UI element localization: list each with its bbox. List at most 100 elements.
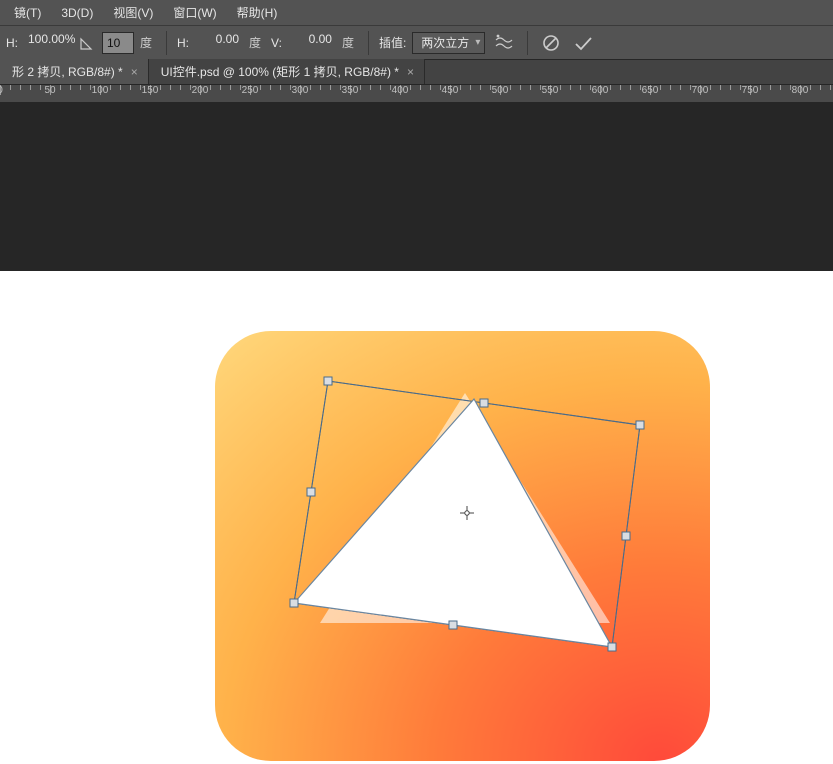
ruler-tick-label: 150 <box>142 85 159 96</box>
ruler-tick <box>430 85 431 90</box>
ruler-tick <box>730 85 731 90</box>
ruler-tick <box>180 85 181 90</box>
rotate-icon <box>78 34 96 52</box>
close-icon[interactable]: × <box>131 65 138 79</box>
ruler-tick <box>280 85 281 90</box>
ruler-tick <box>520 85 521 90</box>
ruler-tick <box>760 85 761 90</box>
interp-value: 两次立方 <box>421 34 469 51</box>
ruler-tick-label: 750 <box>742 85 759 96</box>
ruler-tick <box>610 85 611 90</box>
ruler-tick-label: 600 <box>592 85 609 96</box>
ruler-tick <box>460 85 461 90</box>
ruler-tick <box>370 85 371 90</box>
ruler-tick-label: 550 <box>542 85 559 96</box>
skew-v-unit: 度 <box>342 34 358 51</box>
separator <box>527 31 528 55</box>
ruler-tick-label: 650 <box>642 85 659 96</box>
ruler-tick <box>60 85 61 90</box>
ruler-tick <box>830 85 831 90</box>
ruler-tick <box>630 85 631 90</box>
skew-v-value[interactable]: 0.00 <box>288 32 336 54</box>
ruler-tick <box>320 85 321 90</box>
ruler-tick <box>120 85 121 90</box>
document-tab[interactable]: UI控件.psd @ 100% (矩形 1 拷贝, RGB/8#) * × <box>149 59 425 84</box>
ruler-tick <box>220 85 221 90</box>
ruler-tick-label: 50 <box>44 85 55 96</box>
interp-dropdown[interactable]: 两次立方 ▾ <box>412 32 485 54</box>
rotate-unit: 度 <box>140 34 156 51</box>
ruler-tick <box>470 85 471 90</box>
ruler-tick <box>820 85 821 90</box>
ruler-tick <box>110 85 111 90</box>
ruler-tick <box>310 85 311 90</box>
h-scale-label: H: <box>6 36 18 50</box>
menubar: 镜(T) 3D(D) 视图(V) 窗口(W) 帮助(H) <box>0 0 833 26</box>
ruler-tick-label: 800 <box>792 85 809 96</box>
ruler-tick <box>170 85 171 90</box>
ruler-tick-label: 200 <box>192 85 209 96</box>
ruler-tick <box>10 85 11 90</box>
canvas-stage <box>0 103 833 764</box>
menu-item-filter[interactable]: 镜(T) <box>4 0 51 26</box>
commit-transform-icon[interactable] <box>570 30 596 56</box>
ruler-tick <box>680 85 681 90</box>
ruler-tick-label: 500 <box>492 85 509 96</box>
horizontal-ruler[interactable]: 0 50 100 150 200 250 300 350 400 450 500 550 600 650 7… <box>0 85 833 103</box>
close-icon[interactable]: × <box>407 65 414 79</box>
separator <box>368 31 369 55</box>
ruler-tick <box>260 85 261 90</box>
cancel-transform-icon[interactable] <box>538 30 564 56</box>
ruler-tick-label: 250 <box>242 85 259 96</box>
ruler-tick <box>570 85 571 90</box>
document-tab-label: UI控件.psd @ 100% (矩形 1 拷贝, RGB/8#) * <box>161 63 399 80</box>
ruler-tick <box>230 85 231 90</box>
ruler-tick <box>330 85 331 90</box>
ruler-tick <box>580 85 581 90</box>
options-bar: H: 100.00% 度 H: 0.00 度 V: 0.00 度 插值: 两次立… <box>0 26 833 60</box>
ruler-tick <box>130 85 131 90</box>
ruler-tick <box>80 85 81 90</box>
ruler-tick <box>420 85 421 90</box>
document-tab-strip: 形 2 拷贝, RGB/8#) * × UI控件.psd @ 100% (矩形 … <box>0 60 833 85</box>
ruler-tick <box>810 85 811 90</box>
ruler-tick <box>530 85 531 90</box>
rotate-angle-input[interactable] <box>102 32 134 54</box>
ruler-tick-label: 700 <box>692 85 709 96</box>
skew-h-value[interactable]: 0.00 <box>195 32 243 54</box>
skew-h-unit: 度 <box>249 34 265 51</box>
ruler-tick <box>20 85 21 90</box>
ruler-tick <box>40 85 41 90</box>
ruler-tick <box>620 85 621 90</box>
menu-item-view[interactable]: 视图(V) <box>103 0 163 26</box>
ruler-tick <box>210 85 211 90</box>
ruler-tick <box>560 85 561 90</box>
separator <box>166 31 167 55</box>
interp-label: 插值: <box>379 34 406 51</box>
artwork-triangle-back <box>320 393 610 623</box>
menu-item-window[interactable]: 窗口(W) <box>163 0 226 26</box>
ruler-tick-label: 400 <box>392 85 409 96</box>
ruler-tick <box>780 85 781 90</box>
document-tab[interactable]: 形 2 拷贝, RGB/8#) * × <box>0 59 149 84</box>
h-scale-value[interactable]: 100.00% <box>24 32 72 54</box>
ruler-tick-label: 300 <box>292 85 309 96</box>
ruler-tick-label: 100 <box>92 85 109 96</box>
ruler-tick <box>770 85 771 90</box>
ruler-tick-label: 350 <box>342 85 359 96</box>
skew-v-label: V: <box>271 36 282 50</box>
chevron-down-icon: ▾ <box>475 37 480 48</box>
document-tab-label: 形 2 拷贝, RGB/8#) * <box>12 63 123 80</box>
ruler-tick-label: 0 <box>0 85 3 96</box>
ruler-tick <box>70 85 71 90</box>
ruler-tick <box>710 85 711 90</box>
warp-mode-icon[interactable] <box>491 30 517 56</box>
skew-h-label: H: <box>177 36 189 50</box>
ruler-tick <box>480 85 481 90</box>
menu-item-help[interactable]: 帮助(H) <box>227 0 288 26</box>
ruler-tick-label: 450 <box>442 85 459 96</box>
ruler-tick <box>380 85 381 90</box>
ruler-tick <box>270 85 271 90</box>
ruler-tick <box>510 85 511 90</box>
menu-item-3d[interactable]: 3D(D) <box>51 0 103 26</box>
